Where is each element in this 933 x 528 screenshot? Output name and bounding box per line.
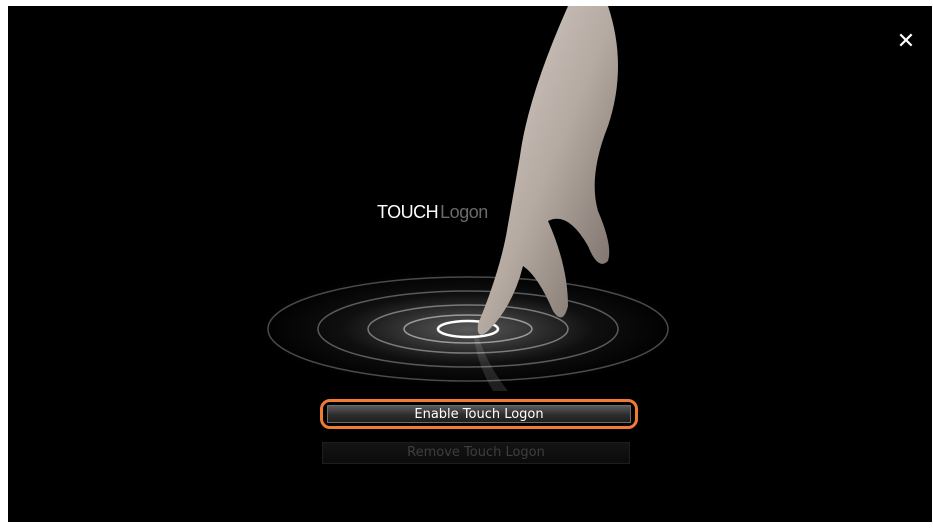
touch-logon-window: ✕ TOUCH Logon Enable Touch Logon Remove T… <box>8 6 932 522</box>
touch-logon-logo: TOUCH Logon <box>377 202 488 223</box>
logo-word-logon: Logon <box>440 202 488 222</box>
enable-touch-logon-highlight[interactable]: Enable Touch Logon <box>320 399 638 429</box>
remove-touch-logon-button[interactable]: Remove Touch Logon <box>322 442 630 464</box>
close-icon: ✕ <box>896 29 916 54</box>
enable-touch-logon-button[interactable]: Enable Touch Logon <box>327 405 631 423</box>
ripple-glow <box>258 271 678 387</box>
close-button[interactable]: ✕ <box>894 30 918 54</box>
logo-word-touch: TOUCH <box>377 202 439 222</box>
